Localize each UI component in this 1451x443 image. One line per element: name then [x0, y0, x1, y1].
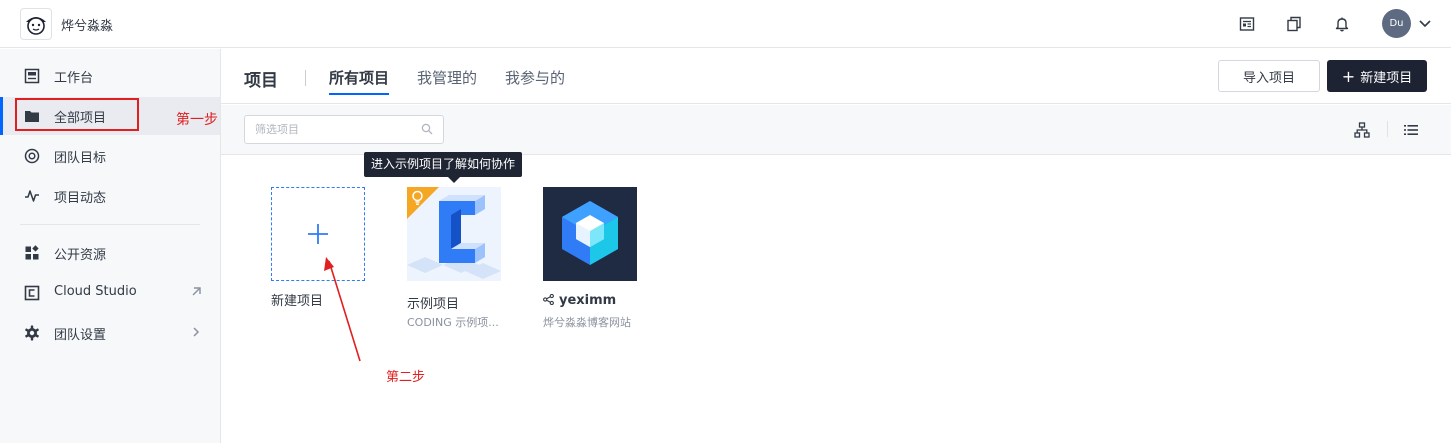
list-view-icon[interactable]: [1403, 122, 1419, 138]
tab-joined-by-me[interactable]: 我参与的: [505, 67, 565, 88]
sidebar-item-project-activity[interactable]: 项目动态: [0, 177, 220, 215]
view-toggle-divider: [1387, 121, 1388, 137]
gear-icon: [24, 325, 40, 341]
annotation-step-2: 第二步: [386, 370, 426, 385]
page-header: 项目 所有项目 我管理的 我参与的 导入项目 + 新建项目: [221, 49, 1451, 104]
sample-project-thumbnail[interactable]: [407, 187, 501, 281]
yeximm-project-name[interactable]: yeximm: [543, 293, 616, 308]
sidebar-item-workbench[interactable]: 工作台: [0, 57, 220, 95]
activity-pulse-icon: [24, 188, 40, 204]
team-logo[interactable]: [20, 8, 52, 40]
sidebar-item-label: 项目动态: [54, 191, 107, 206]
annotation-step-1: 第一步: [176, 112, 218, 128]
sidebar-item-label: 团队设置: [54, 328, 107, 343]
plus-icon: [308, 224, 328, 244]
sidebar-item-label: 团队目标: [54, 151, 107, 166]
tree-view-icon[interactable]: [1354, 122, 1370, 138]
sidebar-item-public-resources[interactable]: 公开资源: [0, 234, 220, 272]
share-icon: [543, 294, 554, 305]
sidebar-item-label: 公开资源: [54, 248, 107, 263]
external-link-icon: [192, 287, 201, 296]
sidebar-item-label: Cloud Studio: [54, 284, 137, 299]
annotation-arrow: [324, 257, 361, 362]
filter-bar: [221, 105, 1451, 155]
annotation-highlight-box: [15, 98, 139, 131]
yeximm-project-name-text: yeximm: [559, 293, 617, 308]
plus-icon: +: [1341, 66, 1356, 86]
new-project-card-label[interactable]: 新建项目: [271, 290, 323, 309]
sample-project-name[interactable]: 示例项目: [407, 293, 459, 312]
tab-all-projects[interactable]: 所有项目: [329, 67, 390, 95]
chevron-right-icon: [193, 327, 200, 337]
copy-window-icon[interactable]: [1284, 14, 1304, 34]
page-title: 项目: [244, 71, 278, 91]
user-avatar[interactable]: Du: [1382, 9, 1411, 38]
new-project-button[interactable]: + 新建项目: [1327, 60, 1427, 92]
mascot-logo-icon: [26, 17, 46, 35]
sidebar-item-team-goals[interactable]: 团队目标: [0, 137, 220, 175]
cube-logo-icon: [543, 187, 637, 281]
sidebar-item-cloud-studio[interactable]: Cloud Studio: [0, 274, 220, 312]
search-icon: [421, 123, 433, 135]
new-project-button-label: 新建项目: [1360, 70, 1413, 86]
news-icon[interactable]: [1237, 14, 1257, 34]
top-bar: 烨兮淼淼 Du: [0, 0, 1451, 48]
title-divider: [305, 70, 306, 86]
workbench-icon: [24, 68, 40, 84]
bell-icon[interactable]: [1332, 14, 1352, 34]
tab-managed-by-me[interactable]: 我管理的: [417, 67, 477, 88]
sample-project-tooltip: 进入示例项目了解如何协作: [364, 152, 523, 183]
sidebar-item-label: 工作台: [54, 71, 94, 86]
sidebar-item-team-settings[interactable]: 团队设置: [0, 314, 220, 352]
yeximm-project-thumbnail[interactable]: [543, 187, 637, 281]
yeximm-project-description: 烨兮淼淼博客网站: [543, 316, 631, 329]
filter-projects-input[interactable]: [244, 115, 444, 144]
sidebar-divider: [20, 224, 200, 225]
target-icon: [24, 148, 40, 164]
resources-grid-icon: [24, 245, 40, 261]
import-project-button[interactable]: 导入项目: [1218, 60, 1320, 92]
chevron-down-icon[interactable]: [1418, 16, 1432, 30]
cloud-studio-icon: [24, 285, 40, 301]
team-name[interactable]: 烨兮淼淼: [61, 15, 113, 34]
lightbulb-icon: [412, 190, 423, 205]
sample-project-description: CODING 示例项...: [407, 316, 499, 329]
